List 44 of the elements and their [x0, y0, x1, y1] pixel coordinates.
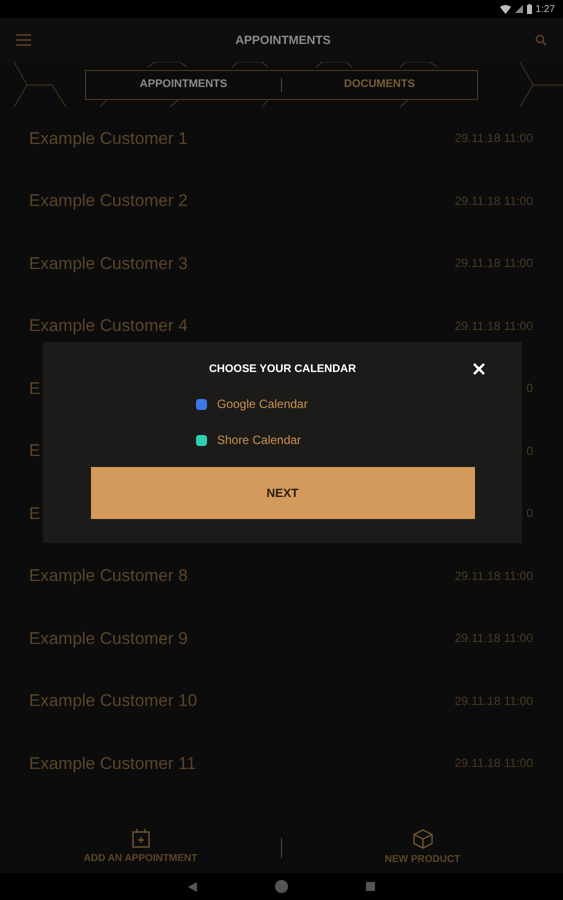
- calendar-plus-icon: [132, 829, 150, 848]
- home-icon[interactable]: [275, 880, 288, 893]
- customer-name[interactable]: Example Customer 4: [29, 313, 188, 338]
- wifi-icon: [500, 4, 511, 14]
- customer-name[interactable]: Example Customer 8: [29, 563, 188, 588]
- customer-name[interactable]: Example Customer 9: [29, 626, 188, 651]
- appointment-time: 29.11.18 11:00: [454, 255, 533, 272]
- calendar-icon[interactable]: [196, 434, 207, 446]
- appointment-time: 29.11.18 11:00: [454, 568, 533, 585]
- tab[interactable]: APPOINTMENTS: [86, 70, 281, 98]
- appointment-time: 29.11.18 11:00: [454, 692, 533, 710]
- battery-icon: [526, 4, 532, 14]
- customer-name[interactable]: E: [29, 376, 40, 401]
- customer-name[interactable]: Example Customer 11: [29, 750, 196, 776]
- tab[interactable]: DOCUMENTS: [282, 70, 477, 98]
- status-time: 1:27: [536, 2, 555, 16]
- menu-icon[interactable]: [16, 34, 31, 46]
- app-title: APPOINTMENTS: [235, 32, 331, 49]
- appointment-time: 29.11.18 11:00: [454, 192, 533, 210]
- customer-name[interactable]: Example Customer 10: [29, 688, 198, 714]
- customer-name[interactable]: Example Customer 2: [29, 188, 188, 214]
- close-icon[interactable]: [473, 363, 485, 375]
- bottom-action-button[interactable]: ADD AN APPOINTMENT: [0, 822, 281, 873]
- customer-name[interactable]: Example Customer 3: [29, 250, 188, 276]
- signal-icon: [514, 5, 523, 13]
- back-icon[interactable]: [188, 882, 197, 892]
- appointment-time: 29.11.18 11:00: [454, 630, 533, 648]
- box-icon: [412, 828, 432, 848]
- appointment-time: 29.11.18 11:00: [454, 130, 533, 148]
- calendar-icon[interactable]: [196, 398, 207, 410]
- calendar-option[interactable]: Google Calendar: [217, 395, 308, 413]
- customer-name[interactable]: E: [29, 438, 40, 464]
- dialog-title: CHOOSE YOUR CALENDAR: [208, 362, 356, 377]
- appointment-time: 0: [526, 380, 533, 398]
- search-icon[interactable]: [535, 34, 547, 46]
- customer-name[interactable]: Example Customer 1: [29, 126, 188, 151]
- appointment-time: 0: [526, 505, 533, 522]
- bottom-action-button[interactable]: NEW PRODUCT: [282, 822, 563, 873]
- calendar-option[interactable]: Shore Calendar: [217, 431, 302, 449]
- customer-name[interactable]: E: [29, 500, 40, 526]
- appointment-time: 29.11.18 11:00: [454, 318, 533, 335]
- appointment-time: 29.11.18 11:00: [454, 755, 533, 772]
- next-button[interactable]: NEXT: [90, 467, 474, 519]
- appointment-time: 0: [526, 442, 533, 460]
